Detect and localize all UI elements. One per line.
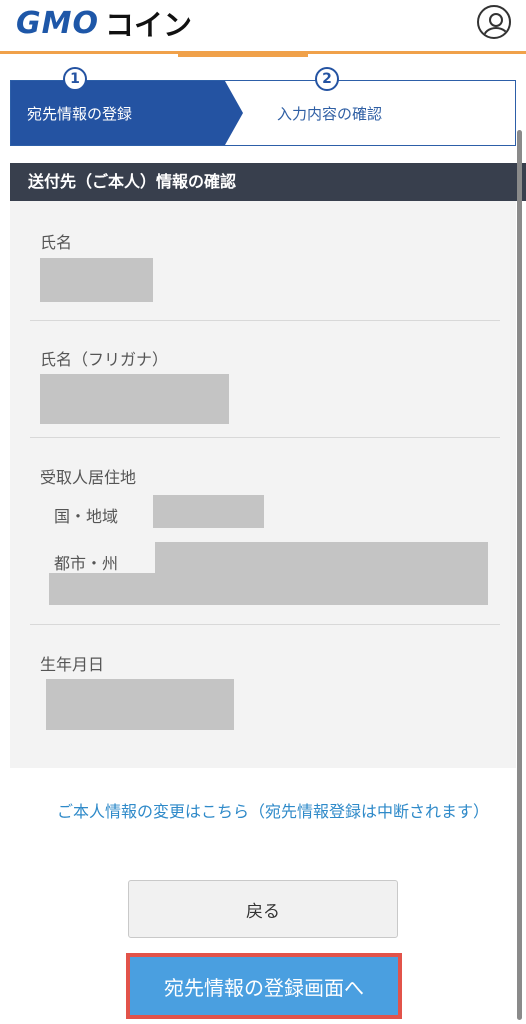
city-label: 都市・州 (54, 554, 119, 573)
step-2-number: 2 (315, 67, 339, 91)
divider (30, 624, 500, 625)
birth-value-masked (46, 679, 234, 730)
step-1-number: 1 (63, 67, 87, 91)
avatar-head-shape (489, 13, 503, 27)
name-label: 氏名 (40, 233, 73, 252)
residence-label: 受取人居住地 (40, 468, 137, 487)
change-personal-info-link[interactable]: ご本人情報の変更はこちら（宛先情報登録は中断されます） (57, 795, 517, 829)
logo-gmo-text: GMO (16, 5, 99, 41)
country-value-masked (153, 495, 264, 528)
app-header: GMO コイン (0, 0, 526, 54)
step-2-label: 入力内容の確認 (277, 105, 383, 123)
birth-label: 生年月日 (40, 655, 105, 674)
logo-coin-text: コイン (104, 8, 192, 42)
avatar-body-shape (483, 27, 509, 37)
divider (30, 437, 500, 438)
header-accent-bar (178, 54, 308, 57)
kana-label: 氏名（フリガナ） (40, 350, 169, 369)
scrollbar[interactable] (517, 130, 522, 1020)
name-value-masked (40, 258, 153, 302)
gmo-coin-logo[interactable]: GMO コイン (16, 5, 192, 43)
kana-value-masked (40, 374, 229, 424)
city-value-masked-extra (49, 573, 155, 605)
to-register-screen-button[interactable]: 宛先情報の登録画面へ (126, 953, 402, 1019)
section-title: 送付先（ご本人）情報の確認 (10, 163, 526, 201)
page: GMO コイン 1 宛先情報の登録 2 入力内容の確認 送付先（ご本人）情報の確… (0, 0, 526, 1024)
back-button[interactable]: 戻る (128, 880, 398, 938)
country-label: 国・地域 (54, 507, 119, 526)
divider (30, 320, 500, 321)
user-circle-icon[interactable] (477, 5, 511, 39)
step-1-label: 宛先情報の登録 (27, 105, 133, 123)
step-indicator: 1 宛先情報の登録 2 入力内容の確認 (10, 67, 516, 146)
city-value-masked (155, 542, 488, 605)
